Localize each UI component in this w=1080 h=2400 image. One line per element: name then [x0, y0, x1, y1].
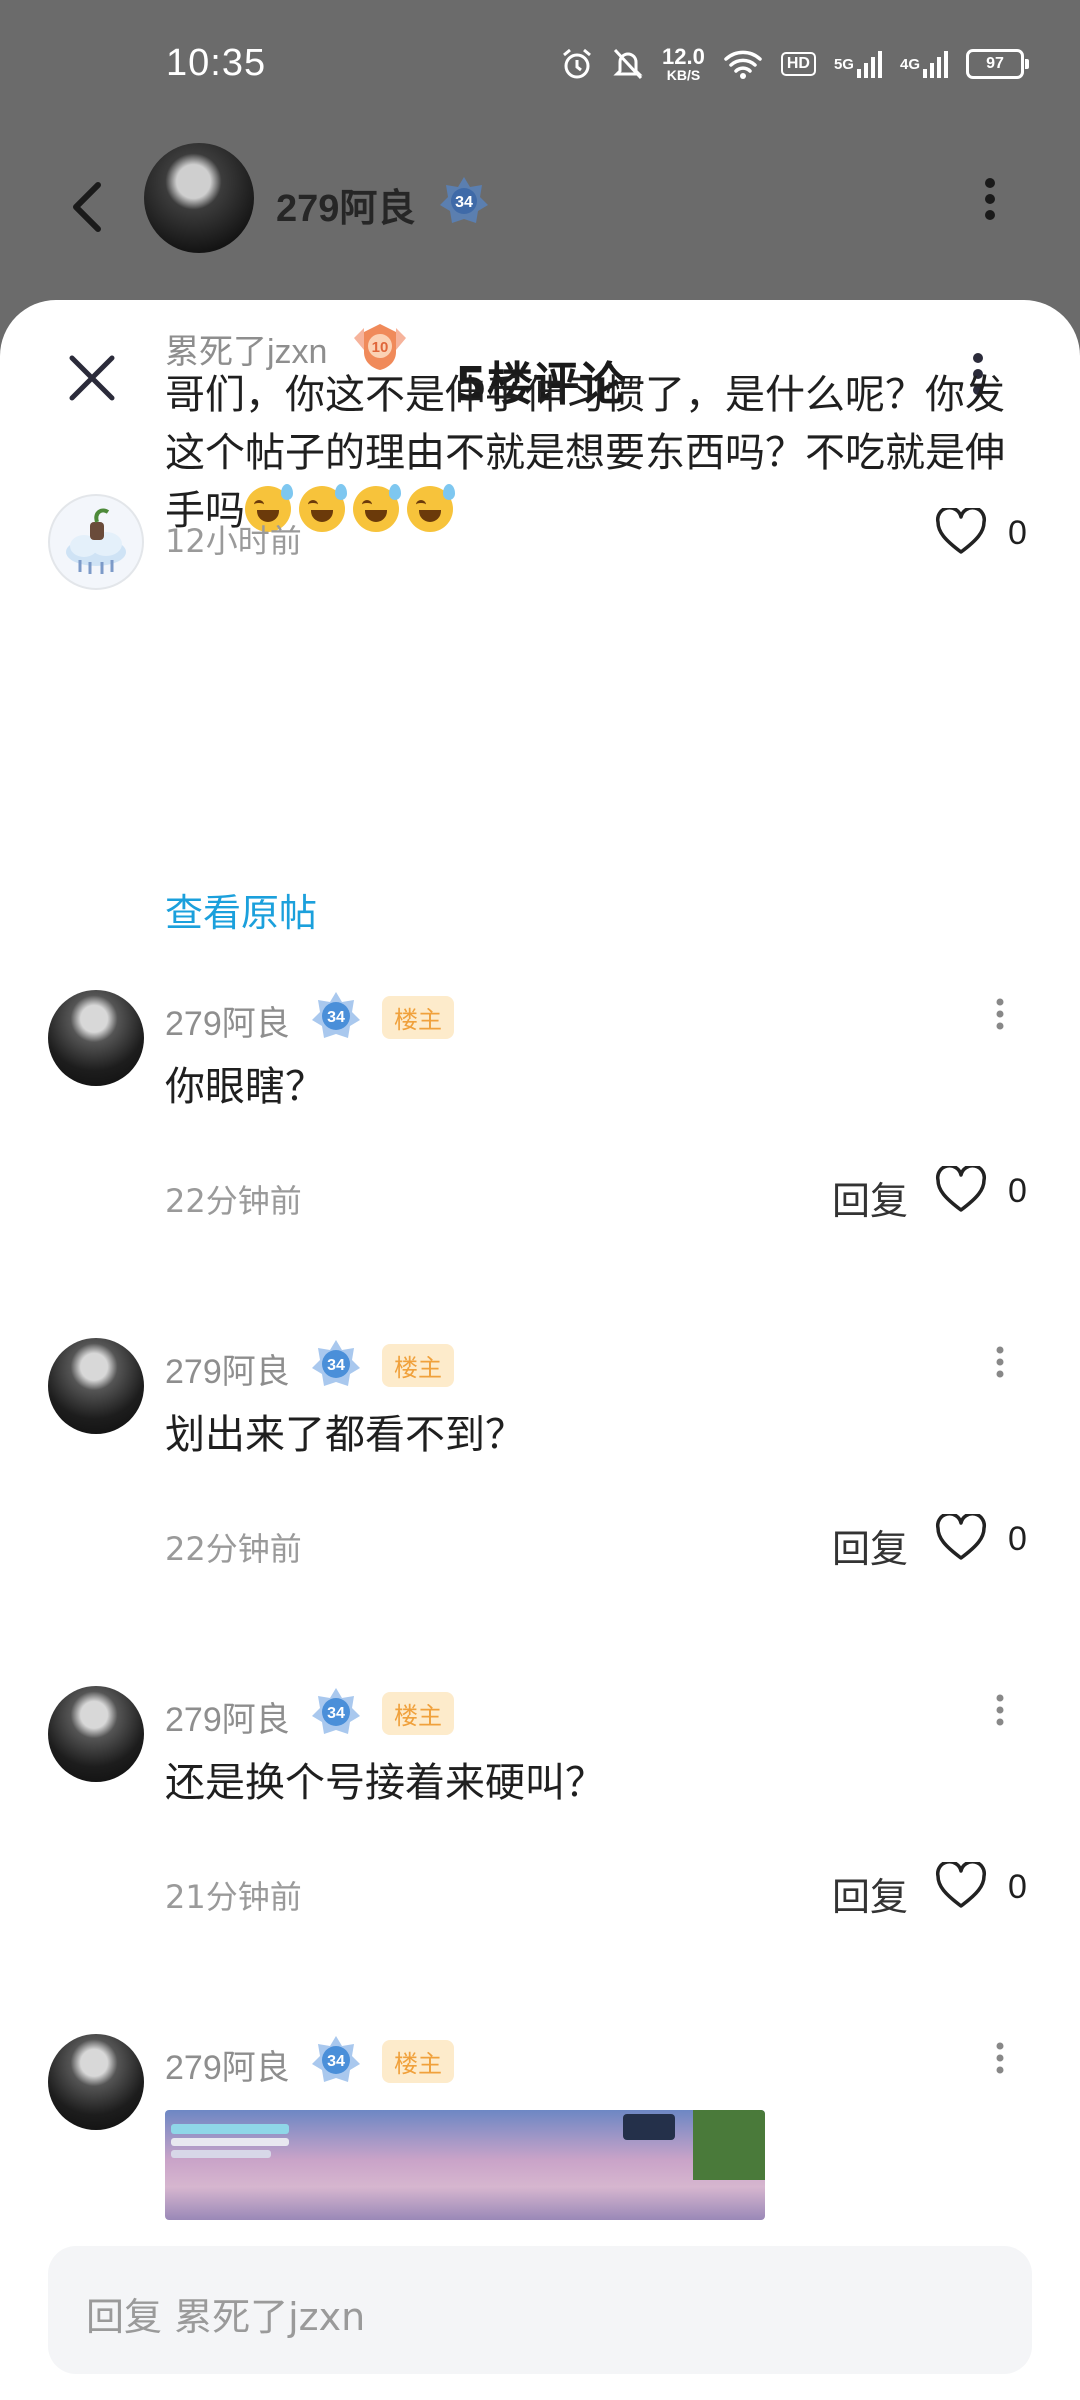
- reply-time: 22分钟前: [165, 1182, 302, 1220]
- host-badge: 楼主: [382, 1692, 454, 1735]
- heart-icon[interactable]: [935, 1164, 987, 1218]
- back-button[interactable]: [62, 167, 112, 247]
- level-badge: 34: [308, 988, 364, 1044]
- reply-button[interactable]: 回复: [832, 1170, 908, 1225]
- alarm-icon: [560, 47, 594, 81]
- level-badge: 34: [308, 2032, 364, 2088]
- reply-username[interactable]: 279阿良: [165, 996, 290, 1045]
- level-badge: 10: [350, 320, 410, 372]
- level-text: 34: [327, 1009, 345, 1026]
- host-badge: 楼主: [382, 2040, 454, 2083]
- host-badge: 楼主: [382, 996, 454, 1039]
- hd-icon: HD: [780, 52, 816, 76]
- like-count: 0: [1008, 1520, 1027, 1558]
- like-count: 0: [1008, 514, 1027, 552]
- reply-text: 还是换个号接着来硬叫？: [165, 1760, 605, 1806]
- reply-more-icon[interactable]: [988, 992, 1012, 1044]
- reply-avatar[interactable]: [48, 2034, 144, 2130]
- level-text: 34: [327, 2053, 345, 2070]
- wifi-icon: [723, 48, 763, 80]
- level-badge: 34: [436, 173, 492, 233]
- reply-more-icon[interactable]: [988, 2036, 1012, 2088]
- more-icon[interactable]: [978, 169, 1002, 233]
- header-username[interactable]: 279阿良: [276, 177, 415, 232]
- reply-input[interactable]: 回复 累死了jzxn: [48, 2246, 1032, 2374]
- level-text: 10: [372, 339, 389, 356]
- reply-text: 你眼瞎？: [165, 1064, 325, 1110]
- reply-input-placeholder: 回复 累死了jzxn: [86, 2295, 366, 2339]
- level-text: 34: [455, 194, 473, 211]
- network-speed: 12.0 KB/S: [662, 44, 705, 83]
- level-text: 34: [327, 1705, 345, 1722]
- reply-time: 21分钟前: [165, 1878, 302, 1916]
- status-time: 10:35: [166, 42, 267, 84]
- mute-bell-icon: [612, 47, 644, 81]
- reply-username[interactable]: 279阿良: [165, 1692, 290, 1741]
- heart-icon[interactable]: [935, 1860, 987, 1914]
- reply-time: 22分钟前: [165, 1530, 302, 1568]
- signal-5g-icon: 5G: [834, 49, 882, 79]
- comment-sheet: 5楼评论 累死了jzxn 10 哥们，你这不是伸手伸习惯了，是什么呢？你发这个帖…: [0, 300, 1080, 2400]
- like-count: 0: [1008, 1172, 1027, 1210]
- post-header: 279阿良 34: [0, 135, 1080, 300]
- main-comment-avatar[interactable]: [48, 494, 144, 590]
- reply-button[interactable]: 回复: [832, 1518, 908, 1573]
- reply-username[interactable]: 279阿良: [165, 2040, 290, 2089]
- reply-text: 划出来了都看不到？: [165, 1412, 525, 1458]
- level-text: 34: [327, 1357, 345, 1374]
- avatar[interactable]: [144, 143, 254, 253]
- battery-icon: 97: [966, 49, 1029, 79]
- main-comment-time: 12小时前: [165, 522, 302, 560]
- level-badge: 34: [308, 1684, 364, 1740]
- view-original-link[interactable]: 查看原帖: [165, 882, 317, 937]
- status-icons: 12.0 KB/S HD 5G 4G 97: [560, 44, 1029, 83]
- reply-more-icon[interactable]: [988, 1340, 1012, 1392]
- status-bar: 10:35 12.0 KB/S HD 5G 4G 97: [0, 0, 1080, 135]
- like-count: 0: [1008, 1868, 1027, 1906]
- reply-avatar[interactable]: [48, 990, 144, 1086]
- reply-image-thumbnail[interactable]: [165, 2110, 765, 2220]
- reply-button[interactable]: 回复: [832, 1866, 908, 1921]
- host-badge: 楼主: [382, 1344, 454, 1387]
- reply-username[interactable]: 279阿良: [165, 1344, 290, 1393]
- level-badge: 34: [308, 1336, 364, 1392]
- reply-avatar[interactable]: [48, 1338, 144, 1434]
- heart-icon[interactable]: [935, 506, 987, 560]
- main-comment-text: 哥们，你这不是伸手伸习惯了，是什么呢？你发这个帖子的理由不就是想要东西吗？不吃就…: [165, 372, 1005, 534]
- reply-avatar[interactable]: [48, 1686, 144, 1782]
- heart-icon[interactable]: [935, 1512, 987, 1566]
- signal-4g-icon: 4G: [900, 49, 948, 79]
- reply-more-icon[interactable]: [988, 1688, 1012, 1740]
